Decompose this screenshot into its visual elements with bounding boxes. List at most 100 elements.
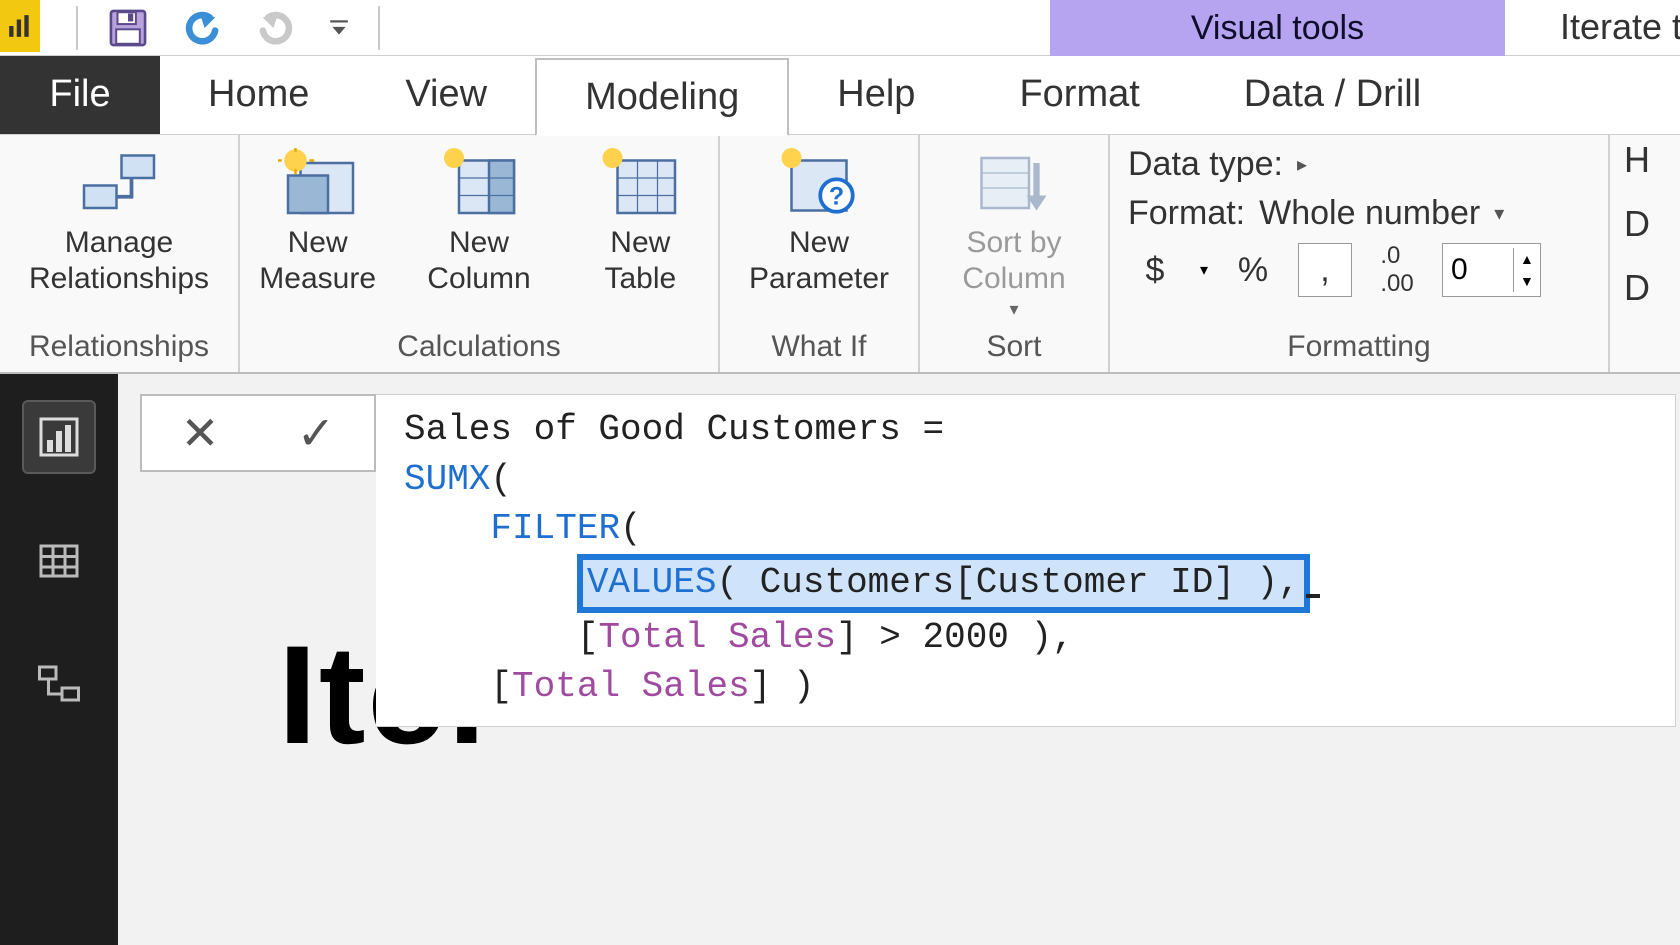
title-bar: Visual tools Iterate t: [0, 0, 1680, 56]
measure-icon: [278, 147, 358, 219]
new-measure-label: New Measure: [259, 225, 376, 297]
group-sort: Sort by Column ▾ Sort: [920, 135, 1110, 372]
commit-formula-button[interactable]: ✓: [258, 406, 374, 460]
model-view-button[interactable]: [24, 650, 94, 720]
datatype-label: Data type:: [1128, 145, 1283, 184]
group-label-sort: Sort: [930, 326, 1098, 372]
save-icon: [107, 7, 149, 49]
decimal-places-input[interactable]: [1443, 249, 1513, 291]
group-label-formatting: Formatting: [1120, 326, 1598, 372]
formula-text: ): [771, 666, 814, 707]
thousands-separator-button[interactable]: ,: [1298, 243, 1352, 297]
dax-keyword: FILTER: [490, 508, 620, 549]
chevron-down-icon: [328, 17, 350, 39]
text-cursor: [1306, 568, 1320, 598]
tab-view[interactable]: View: [357, 56, 535, 134]
number-format-toolbar: $ ▾ % , .0.00 ▲ ▼: [1128, 243, 1590, 297]
quick-access-toolbar: [70, 0, 380, 55]
separator: [378, 6, 380, 50]
format-value: Whole number: [1259, 194, 1480, 233]
new-table-label: New Table: [604, 225, 676, 297]
chevron-down-icon: ▸: [1297, 152, 1307, 177]
chevron-down-icon[interactable]: ▾: [1200, 260, 1208, 280]
manage-relationships-button[interactable]: Manage Relationships: [10, 145, 228, 297]
qat-customize[interactable]: [326, 17, 352, 39]
ribbon: Manage Relationships Relationships New M…: [0, 134, 1680, 374]
new-parameter-button[interactable]: ? New Parameter: [730, 145, 908, 297]
dax-measure: Total Sales: [512, 666, 750, 707]
group-calculations: New Measure New Column New Table Calcula…: [240, 135, 720, 372]
parameter-icon: ?: [779, 147, 859, 219]
document-title: Iterate t: [1560, 6, 1680, 48]
group-relationships: Manage Relationships Relationships: [0, 135, 240, 372]
new-measure-button[interactable]: New Measure: [250, 145, 385, 297]
new-parameter-label: New Parameter: [749, 225, 889, 297]
decimal-icon: .0.00: [1370, 243, 1424, 297]
app-icon: [0, 0, 40, 52]
tab-modeling[interactable]: Modeling: [535, 58, 789, 136]
dax-measure: Total Sales: [598, 617, 836, 658]
save-button[interactable]: [104, 4, 152, 52]
view-switcher: [0, 374, 118, 945]
workspace: Iter ✕ ✓ Sales of Good Customers = SUMX(…: [0, 374, 1680, 945]
formula-text: Customers[Customer ID] ),: [738, 562, 1300, 603]
spinner-up[interactable]: ▲: [1514, 248, 1540, 270]
cropped-text: D: [1624, 267, 1650, 309]
formula-text: > 2000 ),: [858, 617, 1074, 658]
table-icon: [600, 147, 680, 219]
format-row[interactable]: Format: Whole number ▾: [1128, 194, 1590, 233]
cropped-text: H: [1624, 139, 1650, 181]
cancel-formula-button[interactable]: ✕: [142, 406, 258, 460]
report-view-button[interactable]: [24, 402, 94, 472]
tab-help[interactable]: Help: [789, 56, 963, 134]
cropped-text: D: [1624, 203, 1650, 245]
new-column-label: New Column: [427, 225, 530, 297]
undo-icon: [181, 7, 223, 49]
highlighted-expression: VALUES( Customers[Customer ID] ),: [577, 554, 1310, 613]
sort-by-column-label: Sort by Column: [962, 225, 1065, 297]
format-label: Format:: [1128, 194, 1245, 233]
formula-bar: ✕ ✓ Sales of Good Customers = SUMX( FILT…: [140, 394, 1680, 727]
chevron-down-icon: ▾: [1494, 201, 1504, 226]
group-whatif: ? New Parameter What If: [720, 135, 920, 372]
ribbon-tabs: File Home View Modeling Help Format Data…: [0, 56, 1680, 134]
new-column-button[interactable]: New Column: [411, 145, 546, 297]
chevron-down-icon: ▾: [1009, 299, 1018, 320]
undo-button[interactable]: [178, 4, 226, 52]
data-view-button[interactable]: [24, 526, 94, 596]
group-formatting: Data type: ▸ Format: Whole number ▾ $ ▾ …: [1110, 135, 1610, 372]
data-view-icon: [35, 537, 83, 585]
decimal-places-spinner[interactable]: ▲ ▼: [1442, 243, 1541, 297]
formula-text: Sales of Good Customers =: [404, 409, 944, 450]
report-view-icon: [35, 413, 83, 461]
currency-button[interactable]: $: [1128, 243, 1182, 297]
redo-icon: [255, 7, 297, 49]
formula-actions: ✕ ✓: [140, 394, 376, 472]
column-icon: [439, 147, 519, 219]
model-view-icon: [35, 661, 83, 709]
group-label-whatif: What If: [730, 326, 908, 372]
sort-icon: [974, 147, 1054, 219]
tab-format[interactable]: Format: [963, 56, 1195, 134]
spinner-down[interactable]: ▼: [1514, 270, 1540, 292]
tab-home[interactable]: Home: [160, 56, 357, 134]
svg-text:?: ?: [829, 182, 844, 210]
cropped-group: H D D: [1610, 135, 1660, 372]
dax-editor[interactable]: Sales of Good Customers = SUMX( FILTER( …: [376, 394, 1676, 727]
redo-button[interactable]: [252, 4, 300, 52]
tab-file[interactable]: File: [0, 56, 160, 134]
group-label-relationships: Relationships: [10, 326, 228, 372]
percent-button[interactable]: %: [1226, 243, 1280, 297]
new-table-button[interactable]: New Table: [573, 145, 708, 297]
datatype-row[interactable]: Data type: ▸: [1128, 145, 1590, 184]
contextual-tab-visual-tools[interactable]: Visual tools: [1050, 0, 1505, 56]
separator: [76, 6, 78, 50]
group-label-calculations: Calculations: [250, 326, 708, 372]
tab-data-drill[interactable]: Data / Drill: [1196, 56, 1469, 134]
dax-keyword: VALUES: [587, 562, 717, 603]
relationships-icon: [79, 147, 159, 219]
report-canvas: Iter ✕ ✓ Sales of Good Customers = SUMX(…: [118, 374, 1680, 945]
dax-keyword: SUMX: [404, 459, 490, 500]
manage-relationships-label: Manage Relationships: [29, 225, 209, 297]
sort-by-column-button[interactable]: Sort by Column ▾: [930, 145, 1098, 320]
